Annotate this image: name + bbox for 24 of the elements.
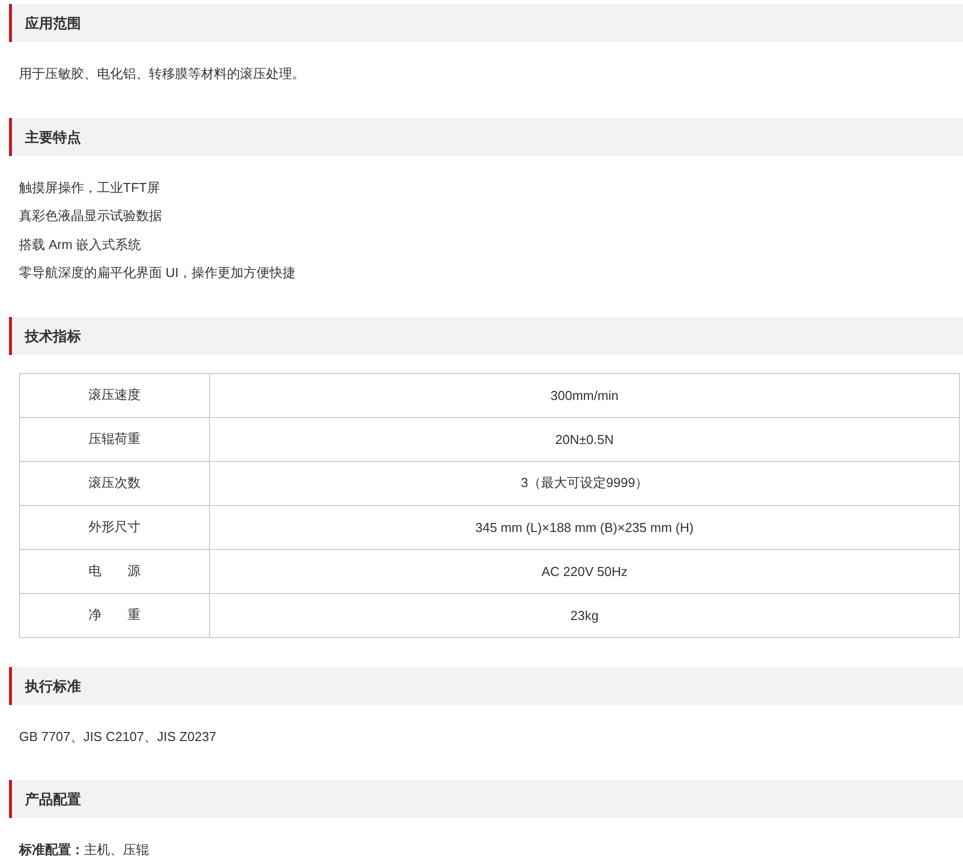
section-heading: 主要特点 [9, 118, 963, 156]
section-heading: 产品配置 [9, 780, 963, 818]
text-line: 触摸屏操作，工业TFT屏 [19, 178, 161, 196]
text-line: 用于压敏胶、电化铝、转移膜等材料的滚压处理。 [19, 65, 306, 83]
table-cell: 净 重 [20, 593, 210, 637]
section-heading: 应用范围 [9, 4, 963, 42]
table-cell: 20N±0.5N [210, 417, 960, 461]
text-line: GB 7707、JIS C2107、JIS Z0237 [19, 728, 218, 746]
table-cell: 300mm/min [210, 373, 960, 417]
table-cell: 滚压次数 [20, 461, 210, 505]
section-heading: 执行标准 [9, 666, 963, 704]
table-cell: 压辊荷重 [20, 417, 210, 461]
text-line: 零导航深度的扁平化界面 UI，操作更加方便快捷 [19, 264, 297, 282]
text-line: 搭载 Arm 嵌入式系统 [19, 236, 142, 254]
text-line: 真彩色液晶显示试验数据 [19, 207, 163, 225]
table-cell: 滚压速度 [20, 373, 210, 417]
table-cell: 23kg [210, 593, 960, 637]
table-cell: 3（最大可设定9999） [210, 461, 960, 505]
table-cell: 电 源 [20, 549, 210, 593]
table-cell: 345 mm (L)×188 mm (B)×235 mm (H) [210, 505, 960, 549]
text-line: 标准配置：主机、压辊 [19, 841, 150, 859]
section-heading: 技术指标 [9, 316, 963, 354]
table-cell: AC 220V 50Hz [210, 549, 960, 593]
table-cell: 外形尺寸 [20, 505, 210, 549]
